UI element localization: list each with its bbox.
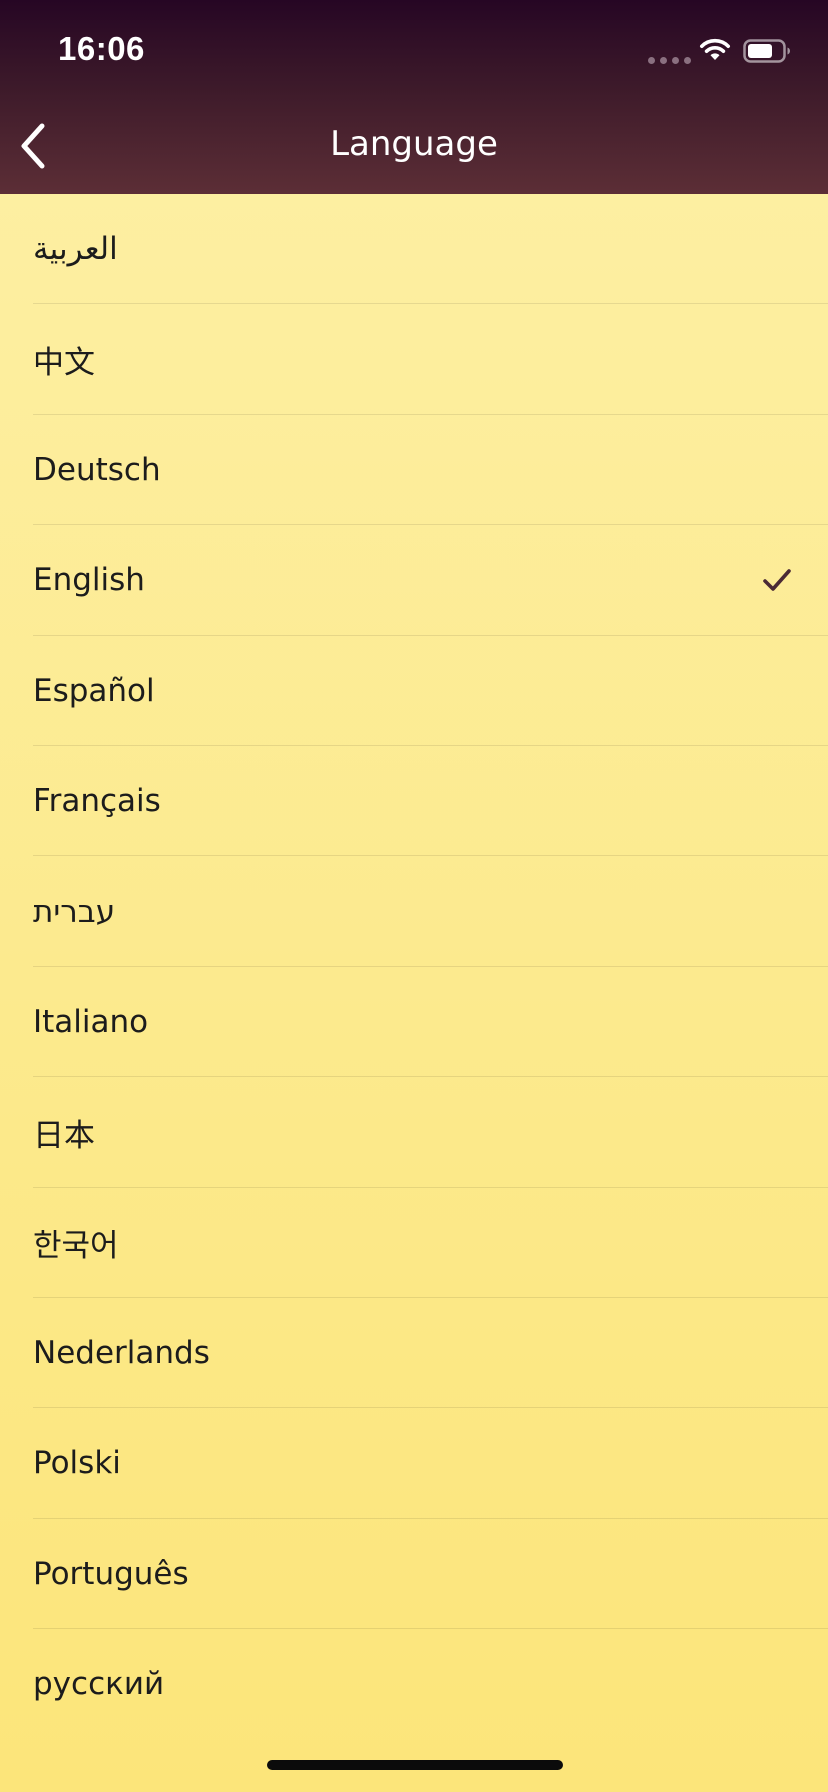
checkmark-icon (763, 569, 791, 592)
language-screen: 16:06 Language العربية 中文 Deutsch Englis… (0, 0, 828, 1792)
language-label: Polski (33, 1445, 121, 1482)
battery-icon (743, 39, 790, 63)
language-label: Español (33, 672, 155, 709)
language-row-english[interactable]: English (0, 525, 828, 636)
language-row-russian[interactable]: русский (0, 1629, 828, 1739)
language-row-italian[interactable]: Italiano (0, 967, 828, 1078)
language-row-hebrew[interactable]: עברית (0, 856, 828, 968)
language-label: Nederlands (33, 1335, 210, 1372)
language-label: עברית (33, 893, 116, 930)
language-row-portuguese[interactable]: Português (0, 1519, 828, 1630)
language-row-chinese[interactable]: 中文 (0, 304, 828, 416)
language-label: Português (33, 1555, 189, 1592)
language-label: Deutsch (33, 451, 161, 488)
language-row-japanese[interactable]: 日本 (0, 1077, 828, 1188)
language-label: Français (33, 783, 161, 820)
language-label: 한국어 (33, 1228, 119, 1265)
language-row-korean[interactable]: 한국어 (0, 1188, 828, 1299)
language-row-german[interactable]: Deutsch (0, 415, 828, 526)
language-row-spanish[interactable]: Español (0, 636, 828, 747)
language-label: Italiano (33, 1003, 149, 1040)
wifi-icon (700, 38, 730, 60)
cellular-signal-icon (648, 57, 691, 64)
language-row-polish[interactable]: Polski (0, 1408, 828, 1520)
language-row-arabic[interactable]: العربية (0, 194, 828, 305)
navigation-header: 16:06 Language (0, 0, 828, 194)
language-label: русский (33, 1666, 165, 1703)
page-title: Language (330, 124, 498, 164)
language-row-dutch[interactable]: Nederlands (0, 1298, 828, 1409)
status-time: 16:06 (58, 30, 145, 67)
language-label: English (33, 562, 145, 599)
language-row-french[interactable]: Français (0, 746, 828, 857)
language-label: 中文 (33, 345, 95, 382)
home-indicator[interactable] (267, 1760, 563, 1770)
language-label: 日本 (33, 1117, 95, 1154)
language-list: العربية 中文 Deutsch English Español Franç… (0, 194, 828, 1739)
language-label: العربية (33, 231, 118, 268)
